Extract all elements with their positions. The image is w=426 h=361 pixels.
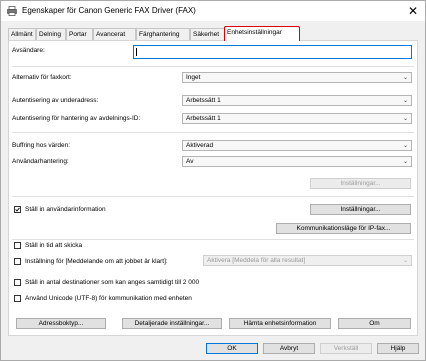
dept-id-auth-select[interactable]: Arbetssätt 1 ⌄ xyxy=(182,113,412,124)
properties-window: Egenskaper för Canon Generic FAX Driver … xyxy=(0,0,426,361)
chevron-down-icon: ⌄ xyxy=(402,258,408,264)
subaddress-auth-select[interactable]: Arbetssätt 1 ⌄ xyxy=(182,95,412,106)
subaddress-auth-label: Autentisering av underadress: xyxy=(12,97,99,104)
tab-general[interactable]: Allmänt xyxy=(8,28,36,40)
printer-icon xyxy=(7,6,17,16)
close-button[interactable]: ✕ xyxy=(401,1,425,21)
help-button[interactable]: Hjälp xyxy=(377,343,419,354)
host-buffering-select[interactable]: Aktiverad ⌄ xyxy=(182,140,412,151)
fetch-device-info-button[interactable]: Hämta enhetsinformation xyxy=(229,318,331,329)
destination-count-label: Ställ in antal destinationer som kan ang… xyxy=(25,279,200,286)
unicode-label: Använd Unicode (UTF-8) för kommunikation… xyxy=(25,295,192,302)
cancel-button[interactable]: Avbryt xyxy=(263,343,315,354)
chevron-down-icon: ⌄ xyxy=(402,98,408,104)
chevron-down-icon: ⌄ xyxy=(402,116,408,122)
ok-button[interactable]: OK xyxy=(206,343,258,354)
sender-input[interactable] xyxy=(133,45,412,59)
text-caret xyxy=(136,48,137,56)
about-button[interactable]: Om xyxy=(338,318,411,329)
user-info-checkbox[interactable] xyxy=(14,206,21,213)
job-done-notify-label: Inställning för [Meddelande om att jobbe… xyxy=(25,258,168,265)
sender-label: Avsändare: xyxy=(12,47,45,54)
user-info-label: Ställ in användarinformation xyxy=(25,206,106,213)
fax-card-label: Alternativ för faxkort: xyxy=(12,74,72,81)
apply-button[interactable]: Verkställ xyxy=(320,343,372,354)
dept-id-auth-label: Autentisering för hantering av avdelning… xyxy=(12,115,141,122)
window-title: Egenskaper för Canon Generic FAX Driver … xyxy=(22,6,196,15)
job-done-notify-checkbox[interactable] xyxy=(14,258,21,265)
tab-device-settings[interactable]: Enhetsinställningar xyxy=(224,26,300,41)
divider xyxy=(12,239,414,240)
title-bar: Egenskaper för Canon Generic FAX Driver … xyxy=(1,1,425,21)
tab-advanced[interactable]: Avancerat xyxy=(93,28,136,40)
tab-sharing[interactable]: Delning xyxy=(36,28,66,40)
fax-card-select[interactable]: Inget ⌄ xyxy=(182,72,412,83)
destination-count-checkbox[interactable] xyxy=(14,279,21,286)
checkmark-icon xyxy=(15,207,20,212)
divider xyxy=(12,132,414,133)
chevron-down-icon: ⌄ xyxy=(402,75,408,81)
user-management-select[interactable]: Av ⌄ xyxy=(182,156,412,167)
address-book-type-button[interactable]: Adressboktyp... xyxy=(16,318,106,329)
tab-ports[interactable]: Portar xyxy=(66,28,93,40)
send-time-label: Ställ in tid att skicka xyxy=(25,242,83,249)
tab-color-management[interactable]: Färghantering xyxy=(136,28,190,40)
detailed-settings-button[interactable]: Detaljerade inställningar... xyxy=(122,318,222,329)
user-management-label: Användarhantering: xyxy=(12,158,69,165)
divider xyxy=(12,66,414,67)
chevron-down-icon: ⌄ xyxy=(402,143,408,149)
ip-fax-comm-mode-button[interactable]: Kommunikationsläge för IP-fax... xyxy=(276,223,411,234)
unicode-checkbox[interactable] xyxy=(14,295,21,302)
close-icon: ✕ xyxy=(407,4,419,18)
divider xyxy=(12,196,414,197)
user-management-settings-button[interactable]: Inställningar... xyxy=(310,178,411,189)
host-buffering-label: Buffring hos värden: xyxy=(12,142,71,149)
user-info-settings-button[interactable]: Inställningar... xyxy=(310,204,411,215)
send-time-checkbox[interactable] xyxy=(14,242,21,249)
job-done-notify-select[interactable]: Aktivera [Meddela för alla resultat] ⌄ xyxy=(203,255,412,266)
tab-security[interactable]: Säkerhet xyxy=(190,28,226,40)
chevron-down-icon: ⌄ xyxy=(402,159,408,165)
